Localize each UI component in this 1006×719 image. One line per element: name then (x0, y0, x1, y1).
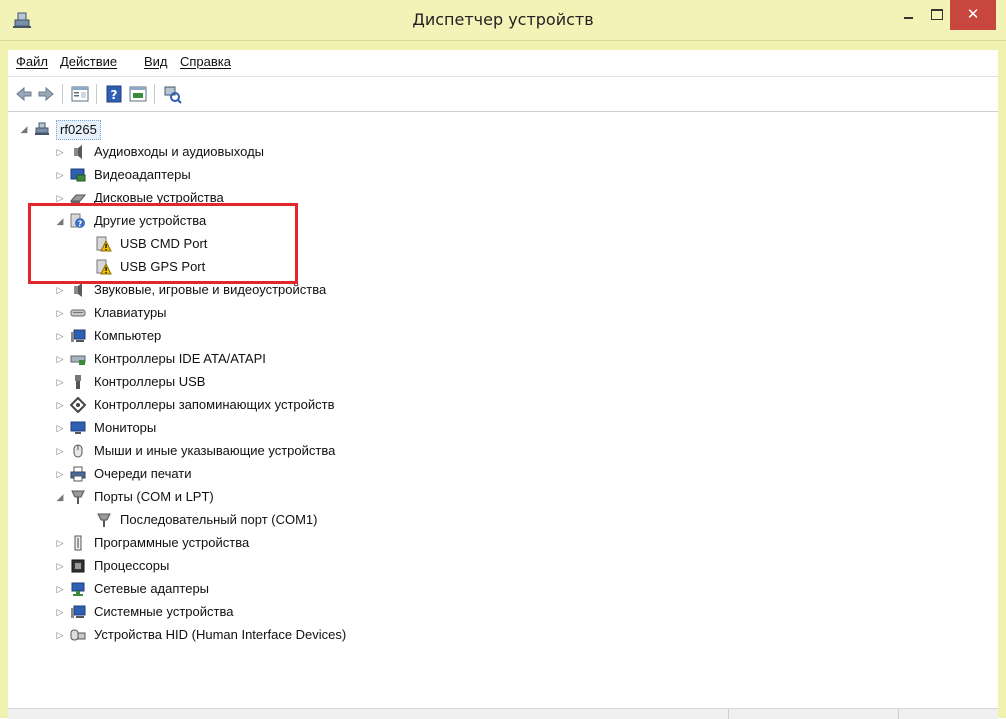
properties-icon[interactable] (70, 84, 90, 104)
printer-icon (70, 466, 86, 482)
collapse-arrow-icon[interactable]: ◢ (54, 486, 66, 508)
expand-arrow-icon[interactable]: ▷ (54, 440, 66, 462)
expand-arrow-icon[interactable]: ▷ (54, 417, 66, 439)
hid-device-icon (70, 629, 86, 641)
toolbar-separator (96, 84, 97, 104)
network-adapter-icon (71, 582, 85, 596)
computer-host-icon (35, 122, 49, 135)
toolbar-separator (62, 84, 63, 104)
toolbar: ? (8, 77, 998, 112)
tree-item-label: Последовательный порт (COM1) (120, 512, 318, 527)
menu-bar: Файл Действие Вид Справка (8, 50, 998, 77)
device-manager-window: Диспетчер устройств ✕ Файл Действие Вид … (0, 0, 1006, 719)
device-tree[interactable]: ◢ rf0265 ▷ Аудиовходы и аудиовыходы ▷ Ви… (8, 112, 998, 708)
scan-hardware-icon[interactable] (162, 84, 182, 104)
expand-arrow-icon[interactable]: ▷ (54, 578, 66, 600)
help-icon[interactable]: ? (104, 84, 124, 104)
tree-item-label: Сетевые адаптеры (94, 581, 210, 596)
toolbar-separator (154, 84, 155, 104)
menu-file[interactable]: Файл (16, 54, 48, 69)
processor-icon (71, 559, 85, 573)
close-button[interactable]: ✕ (950, 0, 996, 30)
tree-item-label: Процессоры (94, 558, 170, 573)
update-driver-icon[interactable] (128, 84, 148, 104)
menu-help[interactable]: Справка (180, 54, 231, 69)
expand-arrow-icon[interactable]: ▷ (54, 601, 66, 623)
tree-item-label: Мониторы (94, 420, 157, 435)
tree-root-node[interactable]: ◢ rf0265 (18, 118, 218, 140)
window-title: Диспетчер устройств (412, 10, 594, 29)
monitor-icon (70, 421, 86, 434)
back-icon[interactable] (14, 84, 34, 104)
computer-icon (71, 329, 86, 342)
tree-item-label: Системные устройства (94, 604, 234, 619)
tree-item-label: Видеоадаптеры (94, 167, 191, 182)
status-bar (8, 708, 998, 719)
expand-arrow-icon[interactable]: ▷ (54, 302, 66, 324)
expand-arrow-icon[interactable]: ▷ (54, 394, 66, 416)
tree-item-label: Контроллеры USB (94, 374, 206, 389)
expand-arrow-icon[interactable]: ▷ (54, 325, 66, 347)
expand-arrow-icon[interactable]: ▷ (54, 532, 66, 554)
speaker-icon (74, 145, 82, 159)
collapse-arrow-icon[interactable]: ◢ (18, 118, 30, 140)
tree-item-label: Очереди печати (94, 466, 192, 481)
expand-arrow-icon[interactable]: ▷ (54, 463, 66, 485)
tree-item-label: Аудиовходы и аудиовыходы (94, 144, 264, 159)
display-adapter-icon (70, 168, 86, 182)
expand-arrow-icon[interactable]: ▷ (54, 371, 66, 393)
tree-item-label: Компьютер (94, 328, 162, 343)
expand-arrow-icon[interactable]: ▷ (54, 348, 66, 370)
system-device-icon (71, 605, 86, 618)
highlight-annotation-box (28, 203, 298, 284)
tree-item-label: Контроллеры запоминающих устройств (94, 397, 335, 412)
minimize-button[interactable] (896, 0, 922, 30)
menu-view[interactable]: Вид (144, 54, 168, 69)
tree-item-label: Контроллеры IDE ATA/ATAPI (94, 351, 266, 366)
maximize-button[interactable] (924, 0, 950, 30)
title-bar[interactable]: Диспетчер устройств ✕ (0, 0, 1006, 41)
expand-arrow-icon[interactable]: ▷ (54, 141, 66, 163)
minimize-icon (904, 17, 913, 19)
mouse-icon (73, 444, 83, 458)
tree-item-label: Устройства HID (Human Interface Devices) (94, 627, 347, 642)
forward-icon[interactable] (36, 84, 56, 104)
tree-item-label: Порты (COM и LPT) (94, 489, 214, 504)
speaker-icon (74, 283, 82, 297)
maximize-icon (931, 9, 943, 20)
tree-item-label: Мыши и иные указывающие устройства (94, 443, 336, 458)
tree-root-label: rf0265 (56, 120, 101, 140)
keyboard-icon (70, 309, 86, 317)
expand-arrow-icon[interactable]: ▷ (54, 624, 66, 646)
menu-action[interactable]: Действие (60, 54, 117, 69)
usb-plug-icon (75, 375, 81, 389)
tree-item-label: Программные устройства (94, 535, 250, 550)
expand-arrow-icon[interactable]: ▷ (54, 555, 66, 577)
close-icon: ✕ (966, 6, 980, 23)
software-device-icon (74, 535, 82, 551)
ide-controller-icon (70, 355, 86, 365)
svg-text:?: ? (111, 88, 118, 102)
port-connector-icon (71, 490, 85, 504)
storage-controller-icon (70, 397, 86, 413)
expand-arrow-icon[interactable]: ▷ (54, 164, 66, 186)
tree-item-label: Клавиатуры (94, 305, 167, 320)
port-connector-icon (97, 513, 111, 527)
